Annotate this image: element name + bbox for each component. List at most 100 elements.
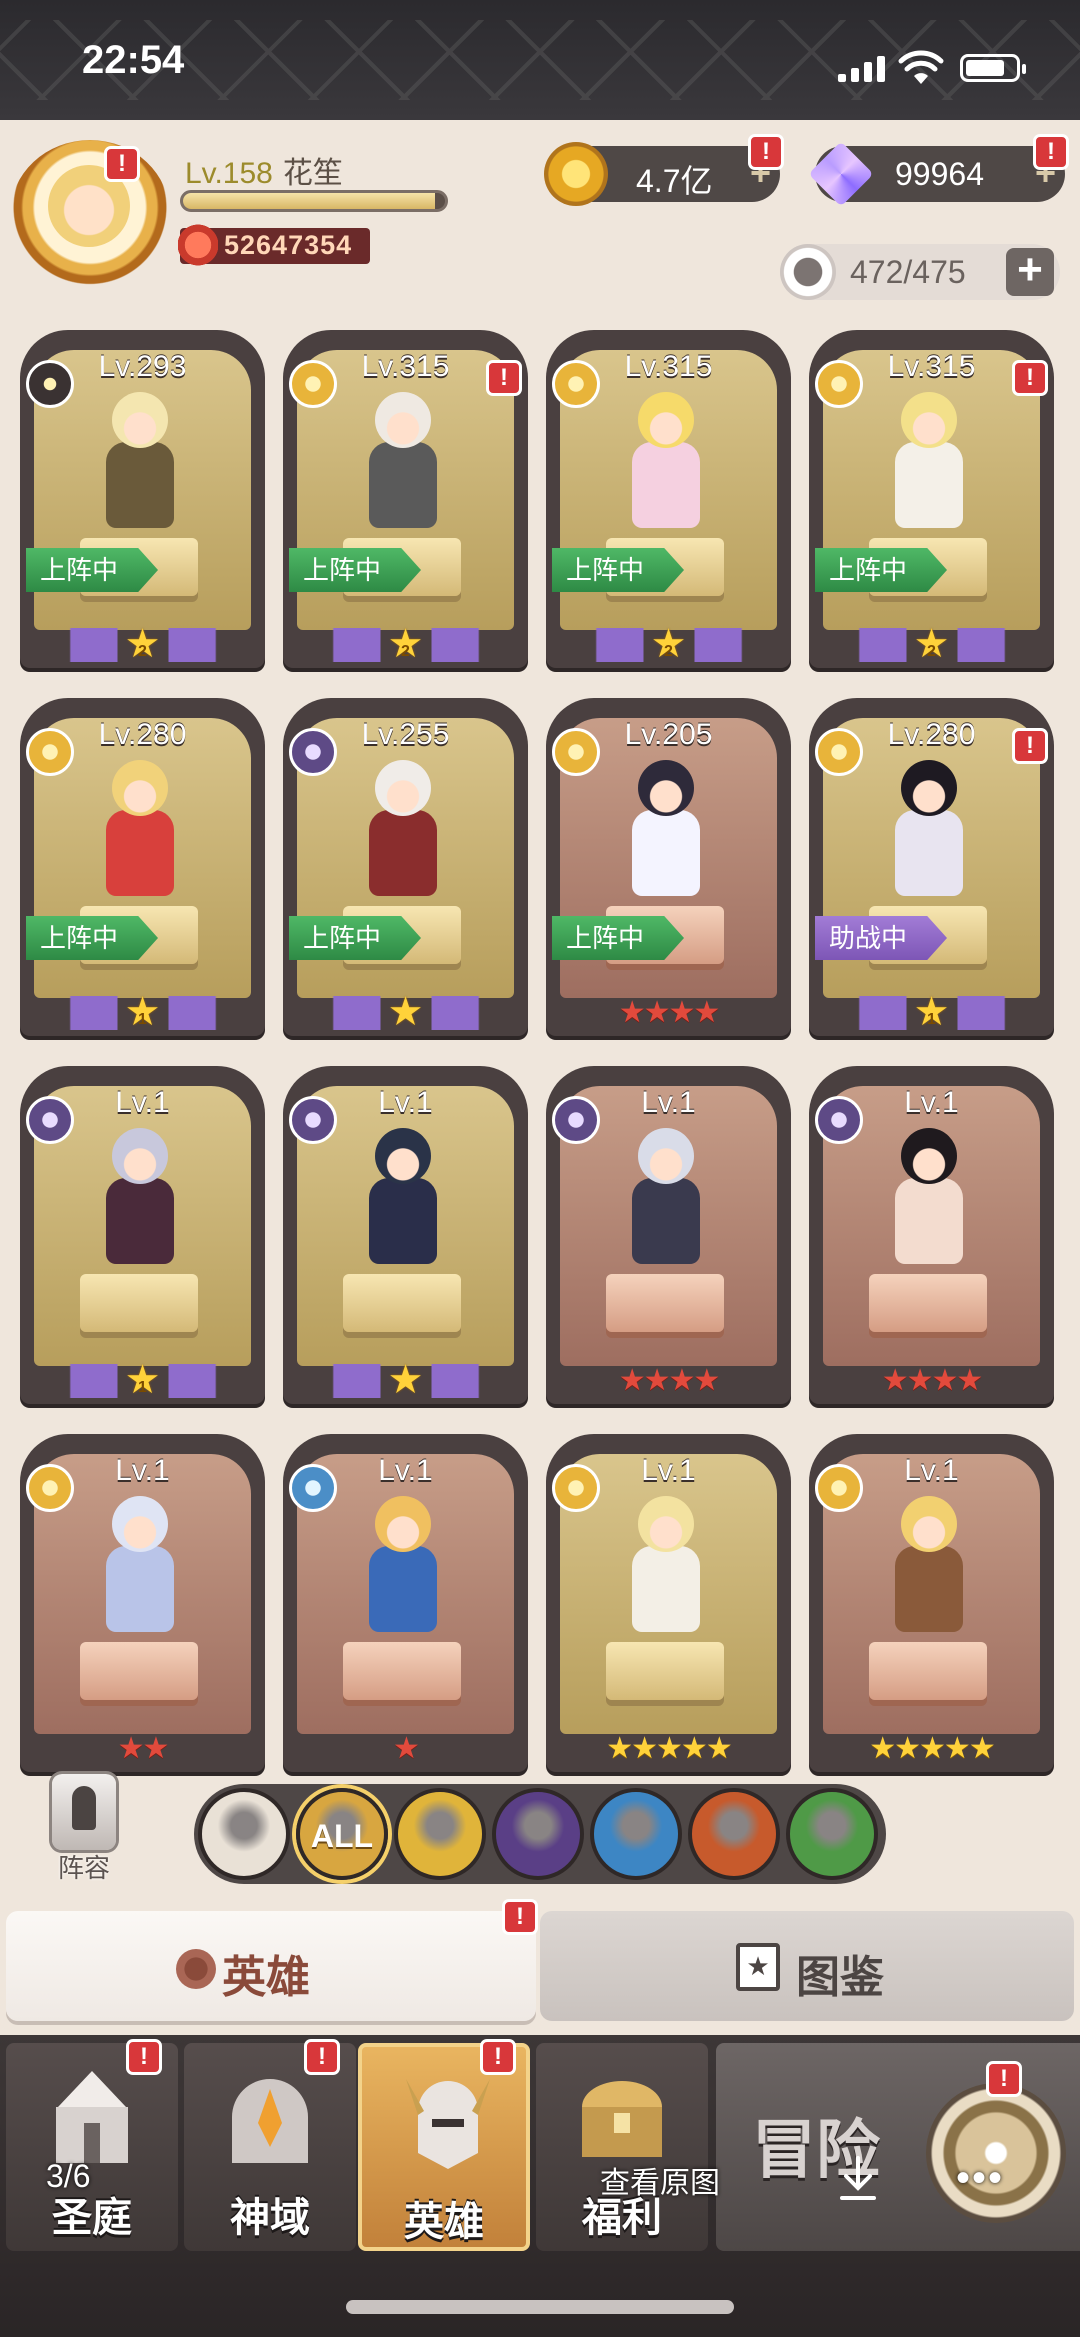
hero-rank: ★ 1 bbox=[20, 1360, 265, 1400]
player-level: Lv.158 bbox=[185, 157, 273, 190]
rank-wings-icon: ★ bbox=[325, 1360, 486, 1400]
star-book-icon: ★ bbox=[736, 1943, 780, 1991]
deploy-status-tag: 上阵中 bbox=[552, 916, 685, 960]
hero-card[interactable]: Lv.205 上阵中 ★★★★ bbox=[546, 698, 791, 1036]
deploy-status-tag: 上阵中 bbox=[289, 916, 422, 960]
filter-light-button[interactable] bbox=[394, 1788, 486, 1880]
hero-sprite-head bbox=[901, 760, 957, 816]
hero-rank: ★★★★★ bbox=[809, 1732, 1054, 1768]
gold-coin-icon bbox=[544, 142, 608, 206]
deploy-status-tag: 上阵中 bbox=[552, 548, 685, 592]
star-icon: ★ 2 bbox=[123, 624, 163, 664]
lineup-button[interactable]: 阵容 bbox=[34, 1770, 134, 1890]
hero-sprite-head bbox=[112, 1128, 168, 1184]
faction-icon bbox=[815, 1096, 863, 1144]
gold-value: 4.7亿 bbox=[636, 163, 713, 199]
filter-sword-button[interactable] bbox=[590, 1788, 682, 1880]
hero-rank: ★ 2 bbox=[546, 624, 791, 664]
faction-icon bbox=[552, 1096, 600, 1144]
hero-card[interactable]: Lv.315 上阵中 ★ 2 bbox=[546, 330, 791, 668]
nav-divine-realm-badge: ! bbox=[304, 2039, 340, 2075]
hero-alert-badge: ! bbox=[1012, 360, 1048, 396]
hero-card[interactable]: Lv.1 ★★★★★ bbox=[809, 1434, 1054, 1772]
rank-wings-icon: ★ 1 bbox=[851, 992, 1012, 1032]
filter-all-button[interactable]: ALL bbox=[296, 1788, 388, 1880]
hero-card[interactable]: Lv.1 ★ 1 bbox=[20, 1066, 265, 1404]
filter-tree-button[interactable] bbox=[786, 1788, 878, 1880]
more-options-button[interactable]: ••• bbox=[956, 2156, 1004, 2201]
deploy-status-tag: 上阵中 bbox=[26, 916, 159, 960]
hero-sprite-body bbox=[895, 1546, 963, 1632]
hero-tabs: 英雄 ! ★ 图鉴 bbox=[0, 1899, 1080, 2025]
hero-sprite-body bbox=[632, 1546, 700, 1632]
diamond-value: 99964 bbox=[895, 156, 984, 192]
hero-card[interactable]: Lv.1 ★★★★★ bbox=[546, 1434, 791, 1772]
hero-sprite-head bbox=[375, 760, 431, 816]
hero-pedestal bbox=[869, 1274, 987, 1332]
view-original-button[interactable]: 查看原图 bbox=[600, 2158, 720, 2202]
nav-heroes-badge: ! bbox=[480, 2039, 516, 2075]
hero-card[interactable]: Lv.280 ! 助战中 ★ 1 bbox=[809, 698, 1054, 1036]
hero-sprite-head bbox=[375, 1128, 431, 1184]
hero-rank: ★ 1 bbox=[809, 992, 1054, 1032]
hero-sprite-head bbox=[112, 392, 168, 448]
hero-sprite bbox=[604, 1128, 728, 1268]
hero-alert-badge: ! bbox=[1012, 728, 1048, 764]
hero-sprite-head bbox=[901, 1128, 957, 1184]
filter-dark-button[interactable] bbox=[492, 1788, 584, 1880]
hero-sprite-body bbox=[632, 810, 700, 896]
star-icon: ★ 2 bbox=[649, 624, 689, 664]
hero-pedestal bbox=[343, 1274, 461, 1332]
faction-icon bbox=[26, 1096, 74, 1144]
diamond-counter[interactable]: 99964 + ! bbox=[808, 134, 1069, 207]
hero-pedestal bbox=[80, 1274, 198, 1332]
hero-sprite-head bbox=[112, 1496, 168, 1552]
faction-icon bbox=[289, 1096, 337, 1144]
hero-sprite bbox=[867, 1496, 991, 1636]
star-icon: ★ 2 bbox=[912, 624, 952, 664]
gold-counter[interactable]: 4.7亿 + ! bbox=[544, 134, 784, 206]
home-indicator bbox=[346, 2300, 734, 2314]
tab-heroes[interactable]: 英雄 ! bbox=[6, 1899, 538, 2021]
tab-codex[interactable]: ★ 图鉴 bbox=[540, 1911, 1074, 2021]
filter-up-arrow-button[interactable] bbox=[198, 1788, 290, 1880]
battery-icon bbox=[960, 54, 1026, 82]
hero-sprite bbox=[867, 760, 991, 900]
hero-rank: ★ 2 bbox=[283, 624, 528, 664]
filter-wolf-button[interactable] bbox=[688, 1788, 780, 1880]
hero-rank: ★ 1 bbox=[20, 992, 265, 1032]
rank-wings-icon: ★ 2 bbox=[851, 624, 1012, 664]
hero-card[interactable]: Lv.315 ! 上阵中 ★ 2 bbox=[283, 330, 528, 668]
star-level: 2 bbox=[138, 643, 147, 660]
hero-capacity-counter: 472/475 + bbox=[780, 244, 1060, 300]
hero-card[interactable]: Lv.1 ★★★★ bbox=[809, 1066, 1054, 1404]
hero-card[interactable]: Lv.1 ★ bbox=[283, 1434, 528, 1772]
download-icon[interactable] bbox=[838, 2154, 878, 2202]
hero-sprite bbox=[604, 1496, 728, 1636]
star-level: 2 bbox=[927, 643, 936, 660]
combat-power: 52647354 bbox=[178, 224, 370, 266]
expand-capacity-button[interactable]: + bbox=[1006, 248, 1054, 296]
hero-sprite-body bbox=[895, 1178, 963, 1264]
star-rating: ★★★★★ bbox=[606, 1732, 732, 1765]
star-level: 1 bbox=[138, 1379, 147, 1396]
xp-bar bbox=[180, 190, 448, 212]
faction-icon bbox=[289, 1464, 337, 1512]
hero-sprite-body bbox=[895, 810, 963, 896]
hero-card[interactable]: Lv.315 ! 上阵中 ★ 2 bbox=[809, 330, 1054, 668]
hero-card[interactable]: Lv.1 ★ bbox=[283, 1066, 528, 1404]
hero-card[interactable]: Lv.293 上阵中 ★ 2 bbox=[20, 330, 265, 668]
faction-filter-bar: ALL bbox=[194, 1784, 886, 1884]
avatar-alert-badge: ! bbox=[104, 146, 140, 182]
rank-wings-icon: ★ 2 bbox=[62, 624, 223, 664]
hero-card[interactable]: Lv.1 ★★ bbox=[20, 1434, 265, 1772]
rank-wings-icon: ★ bbox=[325, 992, 486, 1032]
hero-card[interactable]: Lv.280 上阵中 ★ 1 bbox=[20, 698, 265, 1036]
hero-card[interactable]: Lv.1 ★★★★ bbox=[546, 1066, 791, 1404]
wifi-icon bbox=[898, 50, 944, 84]
player-level-name: Lv.158 花笙 bbox=[185, 148, 343, 192]
hero-card[interactable]: Lv.255 上阵中 ★ bbox=[283, 698, 528, 1036]
faction-icon bbox=[552, 728, 600, 776]
tab-codex-label: 图鉴 bbox=[796, 1953, 884, 2002]
star-icon: ★ bbox=[387, 990, 424, 1034]
